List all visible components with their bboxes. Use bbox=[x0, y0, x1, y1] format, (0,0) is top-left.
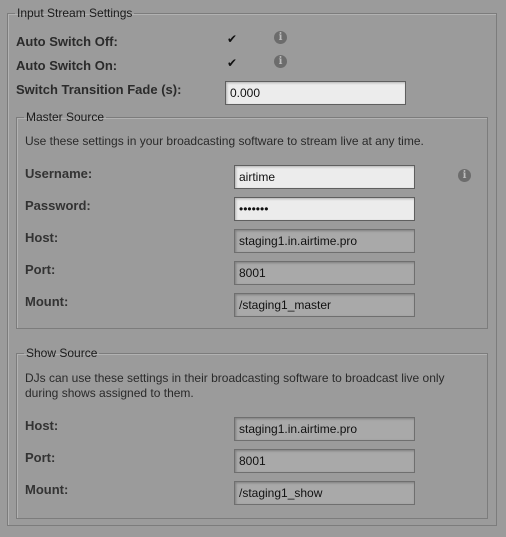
master-source-hint: Use these settings in your broadcasting … bbox=[25, 134, 424, 148]
master-port-label: Port: bbox=[25, 262, 56, 277]
auto-switch-on-checkbox[interactable]: ✔ bbox=[226, 57, 238, 69]
show-source-hint-line1: DJs can use these settings in their broa… bbox=[25, 371, 445, 385]
show-host-label: Host: bbox=[25, 418, 59, 433]
input-stream-settings-page: Input Stream Settings Auto Switch Off: ✔… bbox=[0, 0, 506, 537]
auto-switch-off-checkbox[interactable]: ✔ bbox=[226, 33, 238, 45]
switch-transition-fade-label: Switch Transition Fade (s): bbox=[16, 82, 182, 97]
master-host-field[interactable]: staging1.in.airtime.pro bbox=[234, 229, 415, 253]
auto-switch-on-label: Auto Switch On: bbox=[16, 58, 118, 73]
master-password-label: Password: bbox=[25, 198, 91, 213]
show-host-field[interactable]: staging1.in.airtime.pro bbox=[234, 417, 415, 441]
master-password-input[interactable]: ••••••• bbox=[234, 197, 415, 221]
master-username-label: Username: bbox=[25, 166, 93, 181]
master-port-field[interactable]: 8001 bbox=[234, 261, 415, 285]
master-source-legend: Master Source bbox=[26, 110, 105, 124]
master-host-label: Host: bbox=[25, 230, 59, 245]
show-port-field[interactable]: 8001 bbox=[234, 449, 415, 473]
info-icon[interactable]: i bbox=[458, 169, 471, 182]
input-stream-settings-legend: Input Stream Settings bbox=[17, 6, 133, 20]
master-mount-field[interactable]: /staging1_master bbox=[234, 293, 415, 317]
info-icon[interactable]: i bbox=[274, 31, 287, 44]
show-mount-field[interactable]: /staging1_show bbox=[234, 481, 415, 505]
show-mount-label: Mount: bbox=[25, 482, 69, 497]
auto-switch-off-label: Auto Switch Off: bbox=[16, 34, 118, 49]
master-username-input[interactable]: airtime bbox=[234, 165, 415, 189]
info-icon[interactable]: i bbox=[274, 55, 287, 68]
switch-transition-fade-input[interactable]: 0.000 bbox=[225, 81, 406, 105]
show-source-legend: Show Source bbox=[26, 346, 98, 360]
show-source-hint-line2: during shows assigned to them. bbox=[25, 386, 194, 400]
master-mount-label: Mount: bbox=[25, 294, 69, 309]
show-port-label: Port: bbox=[25, 450, 56, 465]
